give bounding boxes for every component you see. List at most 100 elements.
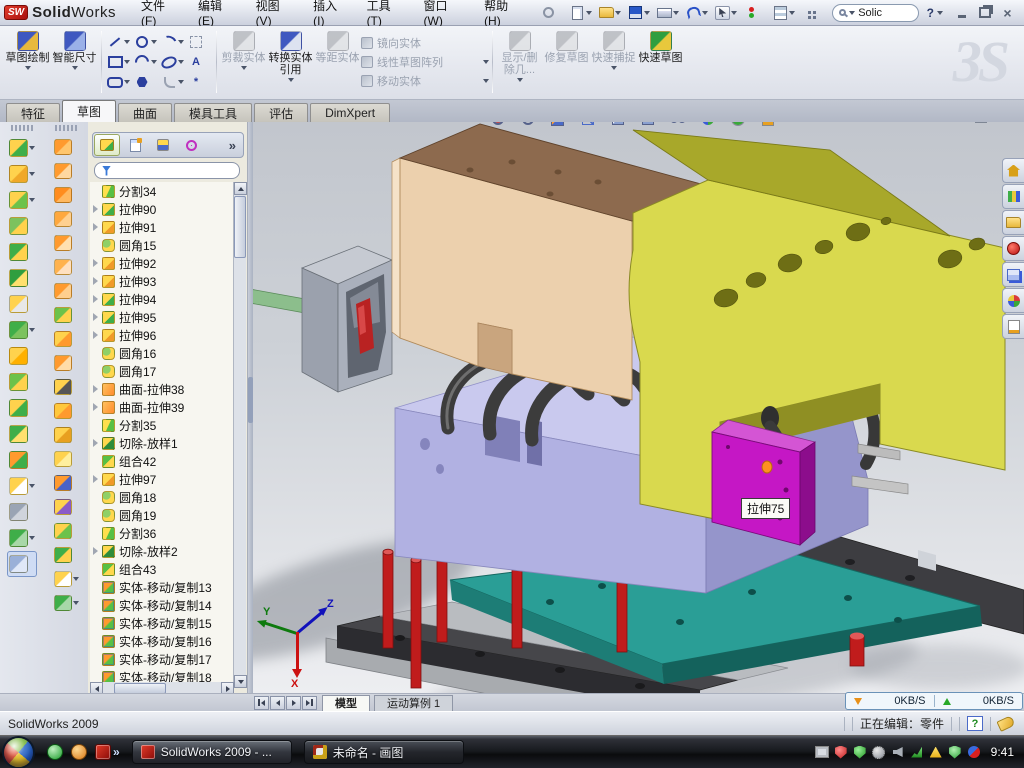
sketch-text-button[interactable]: A	[186, 52, 213, 72]
hide-show-items-icon[interactable]	[668, 122, 694, 128]
taskbar-clock[interactable]: 9:41	[991, 745, 1014, 759]
open-button[interactable]	[597, 5, 623, 21]
expand-icon[interactable]	[93, 223, 98, 231]
shut-off-surface-button[interactable]	[54, 471, 79, 495]
expand-icon[interactable]	[93, 205, 98, 213]
sketch-fillet-button[interactable]	[159, 72, 186, 92]
configurationmanager-tab[interactable]	[150, 134, 176, 156]
edit-appearance-icon[interactable]	[698, 122, 724, 128]
planar-surface-button[interactable]	[54, 279, 79, 303]
restore-button[interactable]	[976, 6, 993, 20]
scroll-up-button[interactable]	[234, 182, 247, 195]
tree-item[interactable]: 实体-移动/复制14	[90, 596, 234, 614]
hole-wizard-button[interactable]	[9, 291, 35, 317]
rectangle-button[interactable]	[105, 52, 132, 72]
close-button[interactable]: ×	[999, 6, 1016, 20]
scroll-down-button[interactable]	[234, 675, 247, 688]
boundary-surface-button[interactable]	[54, 207, 79, 231]
model-tab[interactable]: 模型	[322, 695, 370, 711]
circle-button[interactable]	[132, 32, 159, 52]
reference-axis-button[interactable]	[9, 499, 35, 525]
dimxpertmanager-tab[interactable]	[178, 134, 204, 156]
arc-button[interactable]	[132, 52, 159, 72]
extruded-boss-button[interactable]	[9, 135, 35, 161]
tree-item[interactable]: 曲面-拉伸38	[90, 380, 234, 398]
messenger-tray-icon[interactable]	[967, 745, 981, 759]
display-delete-relations-button[interactable]: 显示/删除几...	[496, 29, 543, 82]
command-tab[interactable]: 模具工具	[174, 103, 252, 122]
expand-icon[interactable]	[93, 295, 98, 303]
solidworks-resources-tab[interactable]	[1002, 158, 1024, 183]
insert-part-button[interactable]	[9, 473, 35, 499]
move-copy-body-button[interactable]	[9, 447, 35, 473]
menu-item[interactable]: 视图(V)	[245, 0, 303, 25]
last-tab-button[interactable]	[302, 696, 317, 710]
command-tab[interactable]: DimXpert	[310, 103, 390, 122]
smart-dimension-button[interactable]: 智能尺寸	[51, 29, 98, 70]
tree-item[interactable]: 分割35	[90, 416, 234, 434]
filled-surface-button[interactable]	[54, 231, 79, 255]
undo-button[interactable]	[684, 5, 710, 21]
tree-item[interactable]: 圆角18	[90, 488, 234, 506]
tree-filter-input[interactable]	[94, 162, 240, 179]
line-button[interactable]	[105, 32, 132, 52]
command-tab[interactable]: 曲面	[118, 103, 172, 122]
taskbar-task-button[interactable]: 未命名 - 画图	[304, 740, 464, 764]
repair-sketch-button[interactable]: 修复草图	[543, 29, 590, 70]
pin-icon[interactable]	[539, 5, 565, 21]
convert-entities-button[interactable]: 转换实体引用	[267, 29, 314, 82]
point-button[interactable]: *	[186, 72, 213, 92]
solidworks-quicklaunch-icon[interactable]	[95, 744, 111, 760]
command-tab[interactable]: 评估	[254, 103, 308, 122]
toolbar-grip[interactable]	[55, 125, 77, 131]
slot-button[interactable]	[105, 72, 132, 92]
combine-button[interactable]	[9, 421, 35, 447]
mirror-entities-button[interactable]: 镜向实体	[361, 33, 489, 52]
linear-pattern-button[interactable]	[9, 317, 35, 343]
select-button[interactable]	[713, 5, 739, 21]
parting-line-button[interactable]	[54, 423, 79, 447]
expand-icon[interactable]	[93, 403, 98, 411]
doc-minimize-button[interactable]	[945, 122, 962, 124]
tree-item[interactable]: 拉伸93	[90, 272, 234, 290]
expand-icon[interactable]	[93, 439, 98, 447]
menu-item[interactable]: 帮助(H)	[473, 0, 531, 25]
tree-item[interactable]: 切除-放样2	[90, 542, 234, 560]
tree-item[interactable]: 实体-移动/复制13	[90, 578, 234, 596]
shell-button[interactable]	[9, 395, 35, 421]
tree-item[interactable]: 圆角19	[90, 506, 234, 524]
curve-button[interactable]	[9, 525, 35, 551]
menu-item[interactable]: 插入(I)	[302, 0, 355, 25]
custom-properties-tab[interactable]	[1002, 314, 1024, 339]
tree-item[interactable]: 拉伸90	[90, 200, 234, 218]
doc-restore-button[interactable]	[972, 122, 989, 124]
next-tab-button[interactable]	[286, 696, 301, 710]
quicklaunch-overflow-chevron[interactable]: »	[113, 745, 120, 759]
menu-item[interactable]: 窗口(W)	[413, 0, 474, 25]
fillet-surface-button[interactable]	[54, 351, 79, 375]
app-quicklaunch-icon[interactable]	[71, 744, 87, 760]
expand-icon[interactable]	[93, 475, 98, 483]
help-button[interactable]: ?	[927, 6, 934, 20]
extend-surface-button[interactable]	[54, 303, 79, 327]
cavity-button[interactable]	[54, 543, 79, 567]
tree-item[interactable]: 拉伸94	[90, 290, 234, 308]
replace-face-button[interactable]	[54, 399, 79, 423]
model-cavity-block[interactable]	[302, 246, 392, 392]
tree-item[interactable]: 切除-放样1	[90, 434, 234, 452]
offset-entities-button[interactable]: 等距实体	[314, 29, 361, 70]
extruded-cut-button[interactable]	[9, 161, 35, 187]
view-settings-icon[interactable]	[578, 122, 604, 128]
command-tab[interactable]: 特征	[6, 103, 60, 122]
delete-face-button[interactable]	[54, 375, 79, 399]
featuremanager-tab[interactable]	[94, 134, 120, 156]
design-library-tab[interactable]	[1002, 184, 1024, 209]
tree-item[interactable]: 拉伸96	[90, 326, 234, 344]
selection-box-icon[interactable]	[186, 32, 213, 52]
scrollbar-thumb[interactable]	[234, 196, 246, 258]
menu-item[interactable]: 编辑(E)	[187, 0, 245, 25]
tree-item[interactable]: 实体-移动/复制17	[90, 650, 234, 668]
toolbar-grip[interactable]	[11, 125, 33, 131]
minimize-button[interactable]	[953, 6, 970, 20]
start-button[interactable]	[4, 738, 33, 767]
